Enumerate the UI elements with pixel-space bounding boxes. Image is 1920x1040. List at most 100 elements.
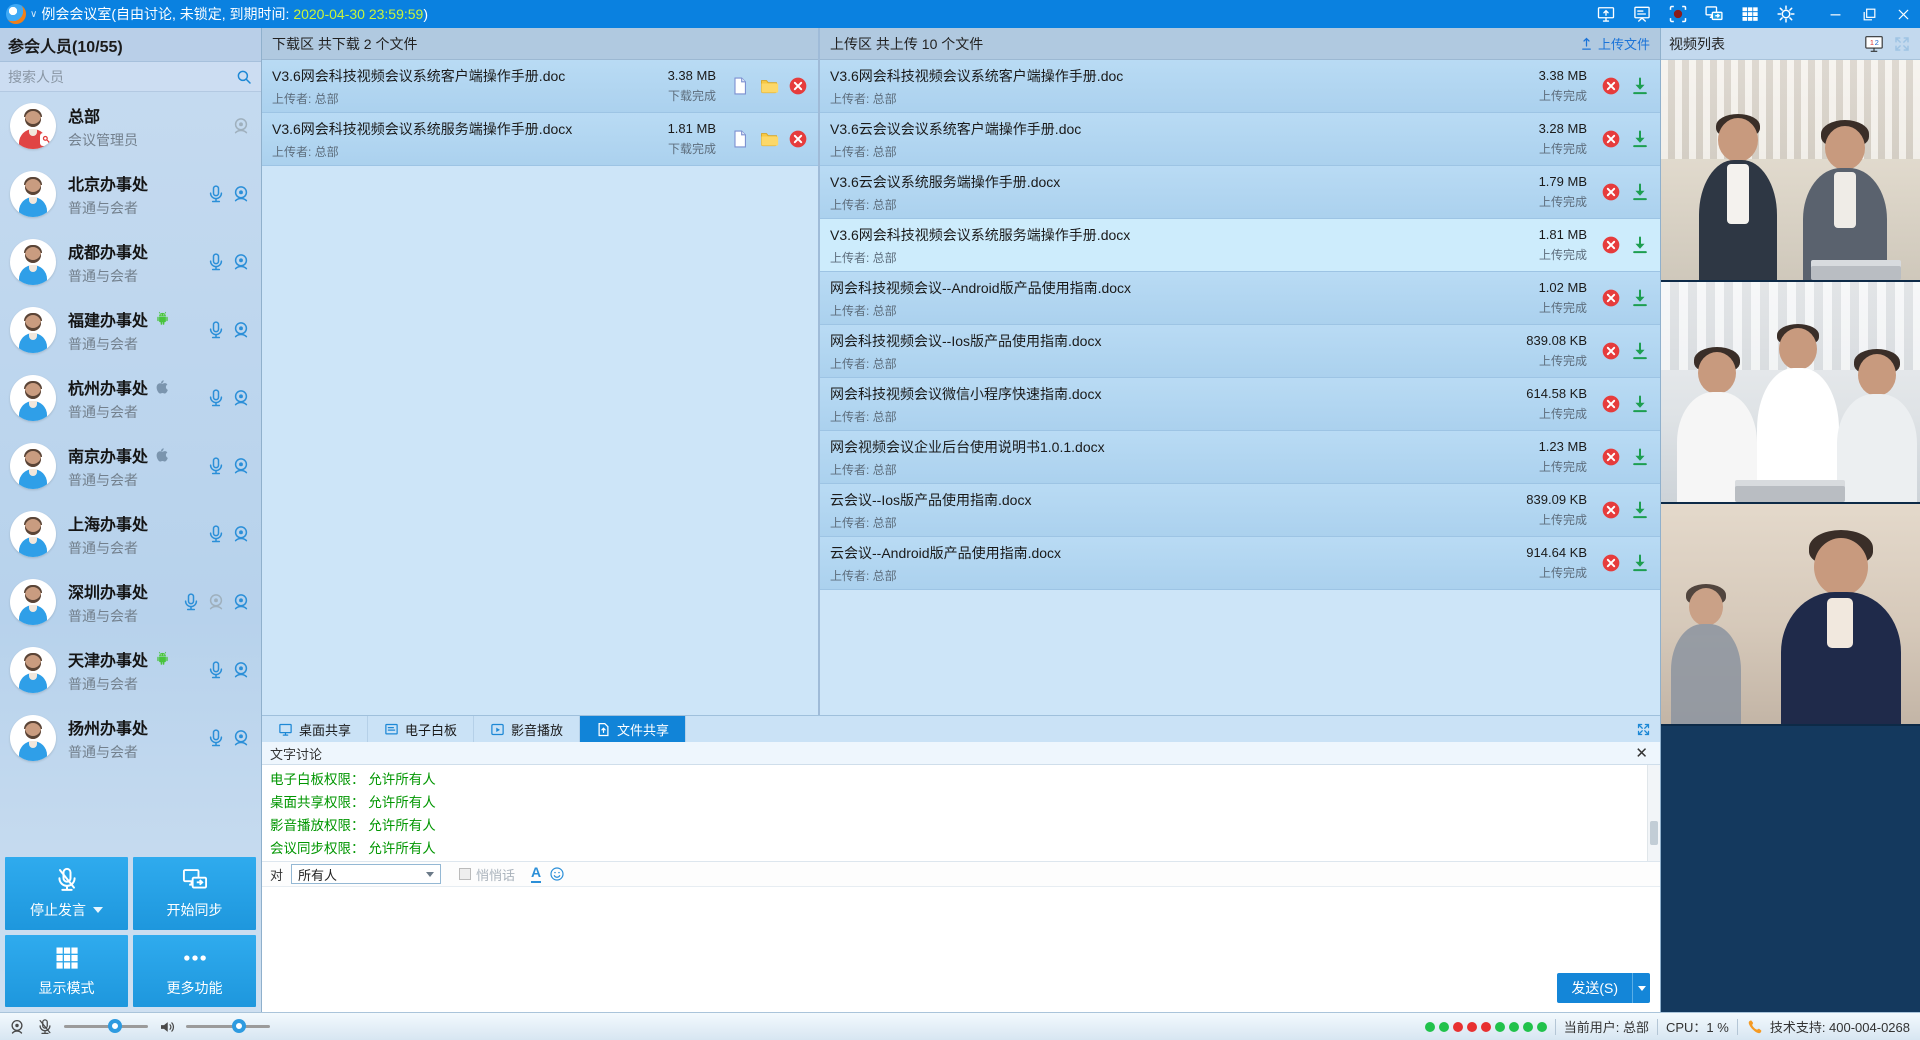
emoji-icon[interactable] (549, 866, 565, 882)
delete-icon[interactable] (1601, 129, 1621, 149)
upload-file-row[interactable]: V3.6云会议会议系统客户端操作手册.doc 上传者: 总部 3.28 MB 上… (820, 113, 1660, 166)
delete-icon[interactable] (1601, 288, 1621, 308)
download-icon[interactable] (1630, 500, 1650, 520)
upload-file-row[interactable]: 云会议--Ios版产品使用指南.docx 上传者: 总部 839.09 KB 上… (820, 484, 1660, 537)
webcam-off-icon[interactable] (206, 592, 226, 612)
participant-row[interactable]: 福建办事处 普通与会者 (0, 296, 261, 364)
mic-icon[interactable] (181, 592, 201, 612)
message-input[interactable]: 发送(S) (262, 887, 1660, 1012)
download-icon[interactable] (1630, 394, 1650, 414)
maximize-icon[interactable] (1852, 0, 1886, 28)
download-icon[interactable] (1630, 235, 1650, 255)
download-icon[interactable] (1630, 341, 1650, 361)
minimize-icon[interactable] (1818, 0, 1852, 28)
webcam-icon[interactable] (231, 184, 251, 204)
share-tab[interactable]: 影音播放 (474, 716, 580, 742)
scrollbar-thumb[interactable] (1650, 821, 1658, 845)
video-tile[interactable] (1661, 60, 1920, 282)
doc-file-icon[interactable] (730, 129, 750, 149)
delete-icon[interactable] (1601, 76, 1621, 96)
participant-row[interactable]: 北京办事处 普通与会者 (0, 160, 261, 228)
delete-icon[interactable] (788, 129, 808, 149)
webcam-icon[interactable] (231, 252, 251, 272)
upload-file-button[interactable]: 上传文件 (1579, 34, 1650, 53)
mic-muted-icon[interactable] (36, 1018, 54, 1036)
speaker-icon[interactable] (158, 1018, 176, 1036)
sidebar-function-button[interactable]: 停止发言 (5, 857, 128, 930)
participant-row[interactable]: 南京办事处 普通与会者 (0, 432, 261, 500)
delete-icon[interactable] (1601, 182, 1621, 202)
participant-row[interactable]: 深圳办事处 普通与会者 (0, 568, 261, 636)
upload-file-row[interactable]: 网会科技视频会议--Android版产品使用指南.docx 上传者: 总部 1.… (820, 272, 1660, 325)
download-icon[interactable] (1630, 129, 1650, 149)
mic-icon[interactable] (206, 456, 226, 476)
video-tile[interactable] (1661, 504, 1920, 726)
mic-volume-slider[interactable] (64, 1025, 148, 1028)
webcam-icon[interactable] (231, 660, 251, 680)
video-wall-icon[interactable] (1740, 4, 1760, 24)
folder-icon[interactable] (759, 129, 779, 149)
participant-row[interactable]: 成都办事处 普通与会者 (0, 228, 261, 296)
delete-icon[interactable] (1601, 447, 1621, 467)
recipient-select[interactable]: 所有人 (291, 864, 441, 884)
webcam-off-icon[interactable] (231, 116, 251, 136)
download-icon[interactable] (1630, 447, 1650, 467)
close-icon[interactable]: ✕ (1631, 746, 1652, 761)
upload-file-row[interactable]: 云会议--Android版产品使用指南.docx 上传者: 总部 914.64 … (820, 537, 1660, 590)
mic-icon[interactable] (206, 252, 226, 272)
screen-sync-icon[interactable] (1704, 4, 1724, 24)
webcam-icon[interactable] (231, 320, 251, 340)
delete-icon[interactable] (1601, 235, 1621, 255)
delete-icon[interactable] (1601, 553, 1621, 573)
record-icon[interactable] (1668, 4, 1688, 24)
slider-thumb[interactable] (232, 1019, 246, 1033)
download-file-row[interactable]: V3.6网会科技视频会议系统客户端操作手册.doc 上传者: 总部 3.38 M… (262, 60, 818, 113)
fullscreen-expand-icon[interactable] (1892, 35, 1912, 53)
webcam-icon[interactable] (231, 388, 251, 408)
upload-file-row[interactable]: V3.6网会科技视频会议系统服务端操作手册.docx 上传者: 总部 1.81 … (820, 219, 1660, 272)
upload-file-row[interactable]: 网会科技视频会议微信小程序快速指南.docx 上传者: 总部 614.58 KB… (820, 378, 1660, 431)
upload-file-row[interactable]: 网会视频会议企业后台使用说明书1.0.1.docx 上传者: 总部 1.23 M… (820, 431, 1660, 484)
mic-icon[interactable] (206, 184, 226, 204)
download-icon[interactable] (1630, 76, 1650, 96)
participant-row[interactable]: 上海办事处 普通与会者 (0, 500, 261, 568)
mic-icon[interactable] (206, 660, 226, 680)
menu-chevron-icon[interactable]: ∨ (30, 9, 37, 20)
sidebar-function-button[interactable]: 显示模式 (5, 935, 128, 1008)
delete-icon[interactable] (1601, 500, 1621, 520)
settings-icon[interactable] (1776, 4, 1796, 24)
slider-thumb[interactable] (108, 1019, 122, 1033)
participant-row[interactable]: 天津办事处 普通与会者 (0, 636, 261, 704)
share-tab[interactable]: 电子白板 (368, 716, 474, 742)
send-options-caret[interactable] (1632, 973, 1650, 1003)
share-tab[interactable]: 桌面共享 (262, 716, 368, 742)
webcam-icon[interactable] (231, 456, 251, 476)
participant-row[interactable]: 杭州办事处 普通与会者 (0, 364, 261, 432)
mic-icon[interactable] (206, 388, 226, 408)
mic-icon[interactable] (206, 728, 226, 748)
webcam-icon[interactable] (231, 728, 251, 748)
webcam-status-icon[interactable] (8, 1018, 26, 1036)
close-icon[interactable] (1886, 0, 1920, 28)
delete-icon[interactable] (1601, 394, 1621, 414)
font-icon[interactable]: A (531, 865, 541, 882)
upload-file-row[interactable]: V3.6网会科技视频会议系统客户端操作手册.doc 上传者: 总部 3.38 M… (820, 60, 1660, 113)
whiteboard-icon[interactable] (1632, 4, 1652, 24)
video-tile[interactable] (1661, 282, 1920, 504)
delete-icon[interactable] (1601, 341, 1621, 361)
share-tab[interactable]: 文件共享 (580, 716, 686, 742)
participant-row[interactable]: 扬州办事处 普通与会者 (0, 704, 261, 772)
video-layout-icon[interactable]: 12 (1864, 35, 1884, 53)
webcam-icon[interactable] (231, 592, 251, 612)
download-file-row[interactable]: V3.6网会科技视频会议系统服务端操作手册.docx 上传者: 总部 1.81 … (262, 113, 818, 166)
participant-row[interactable]: 总部 会议管理员 (0, 92, 261, 160)
doc-file-icon[interactable] (730, 76, 750, 96)
sidebar-function-button[interactable]: 更多功能 (133, 935, 256, 1008)
expand-icon[interactable] (1626, 716, 1660, 742)
download-icon[interactable] (1630, 182, 1650, 202)
download-icon[interactable] (1630, 288, 1650, 308)
mic-icon[interactable] (206, 320, 226, 340)
whisper-checkbox[interactable] (459, 868, 471, 880)
upload-file-row[interactable]: 网会科技视频会议--Ios版产品使用指南.docx 上传者: 总部 839.08… (820, 325, 1660, 378)
chat-scrollbar[interactable] (1647, 765, 1660, 861)
